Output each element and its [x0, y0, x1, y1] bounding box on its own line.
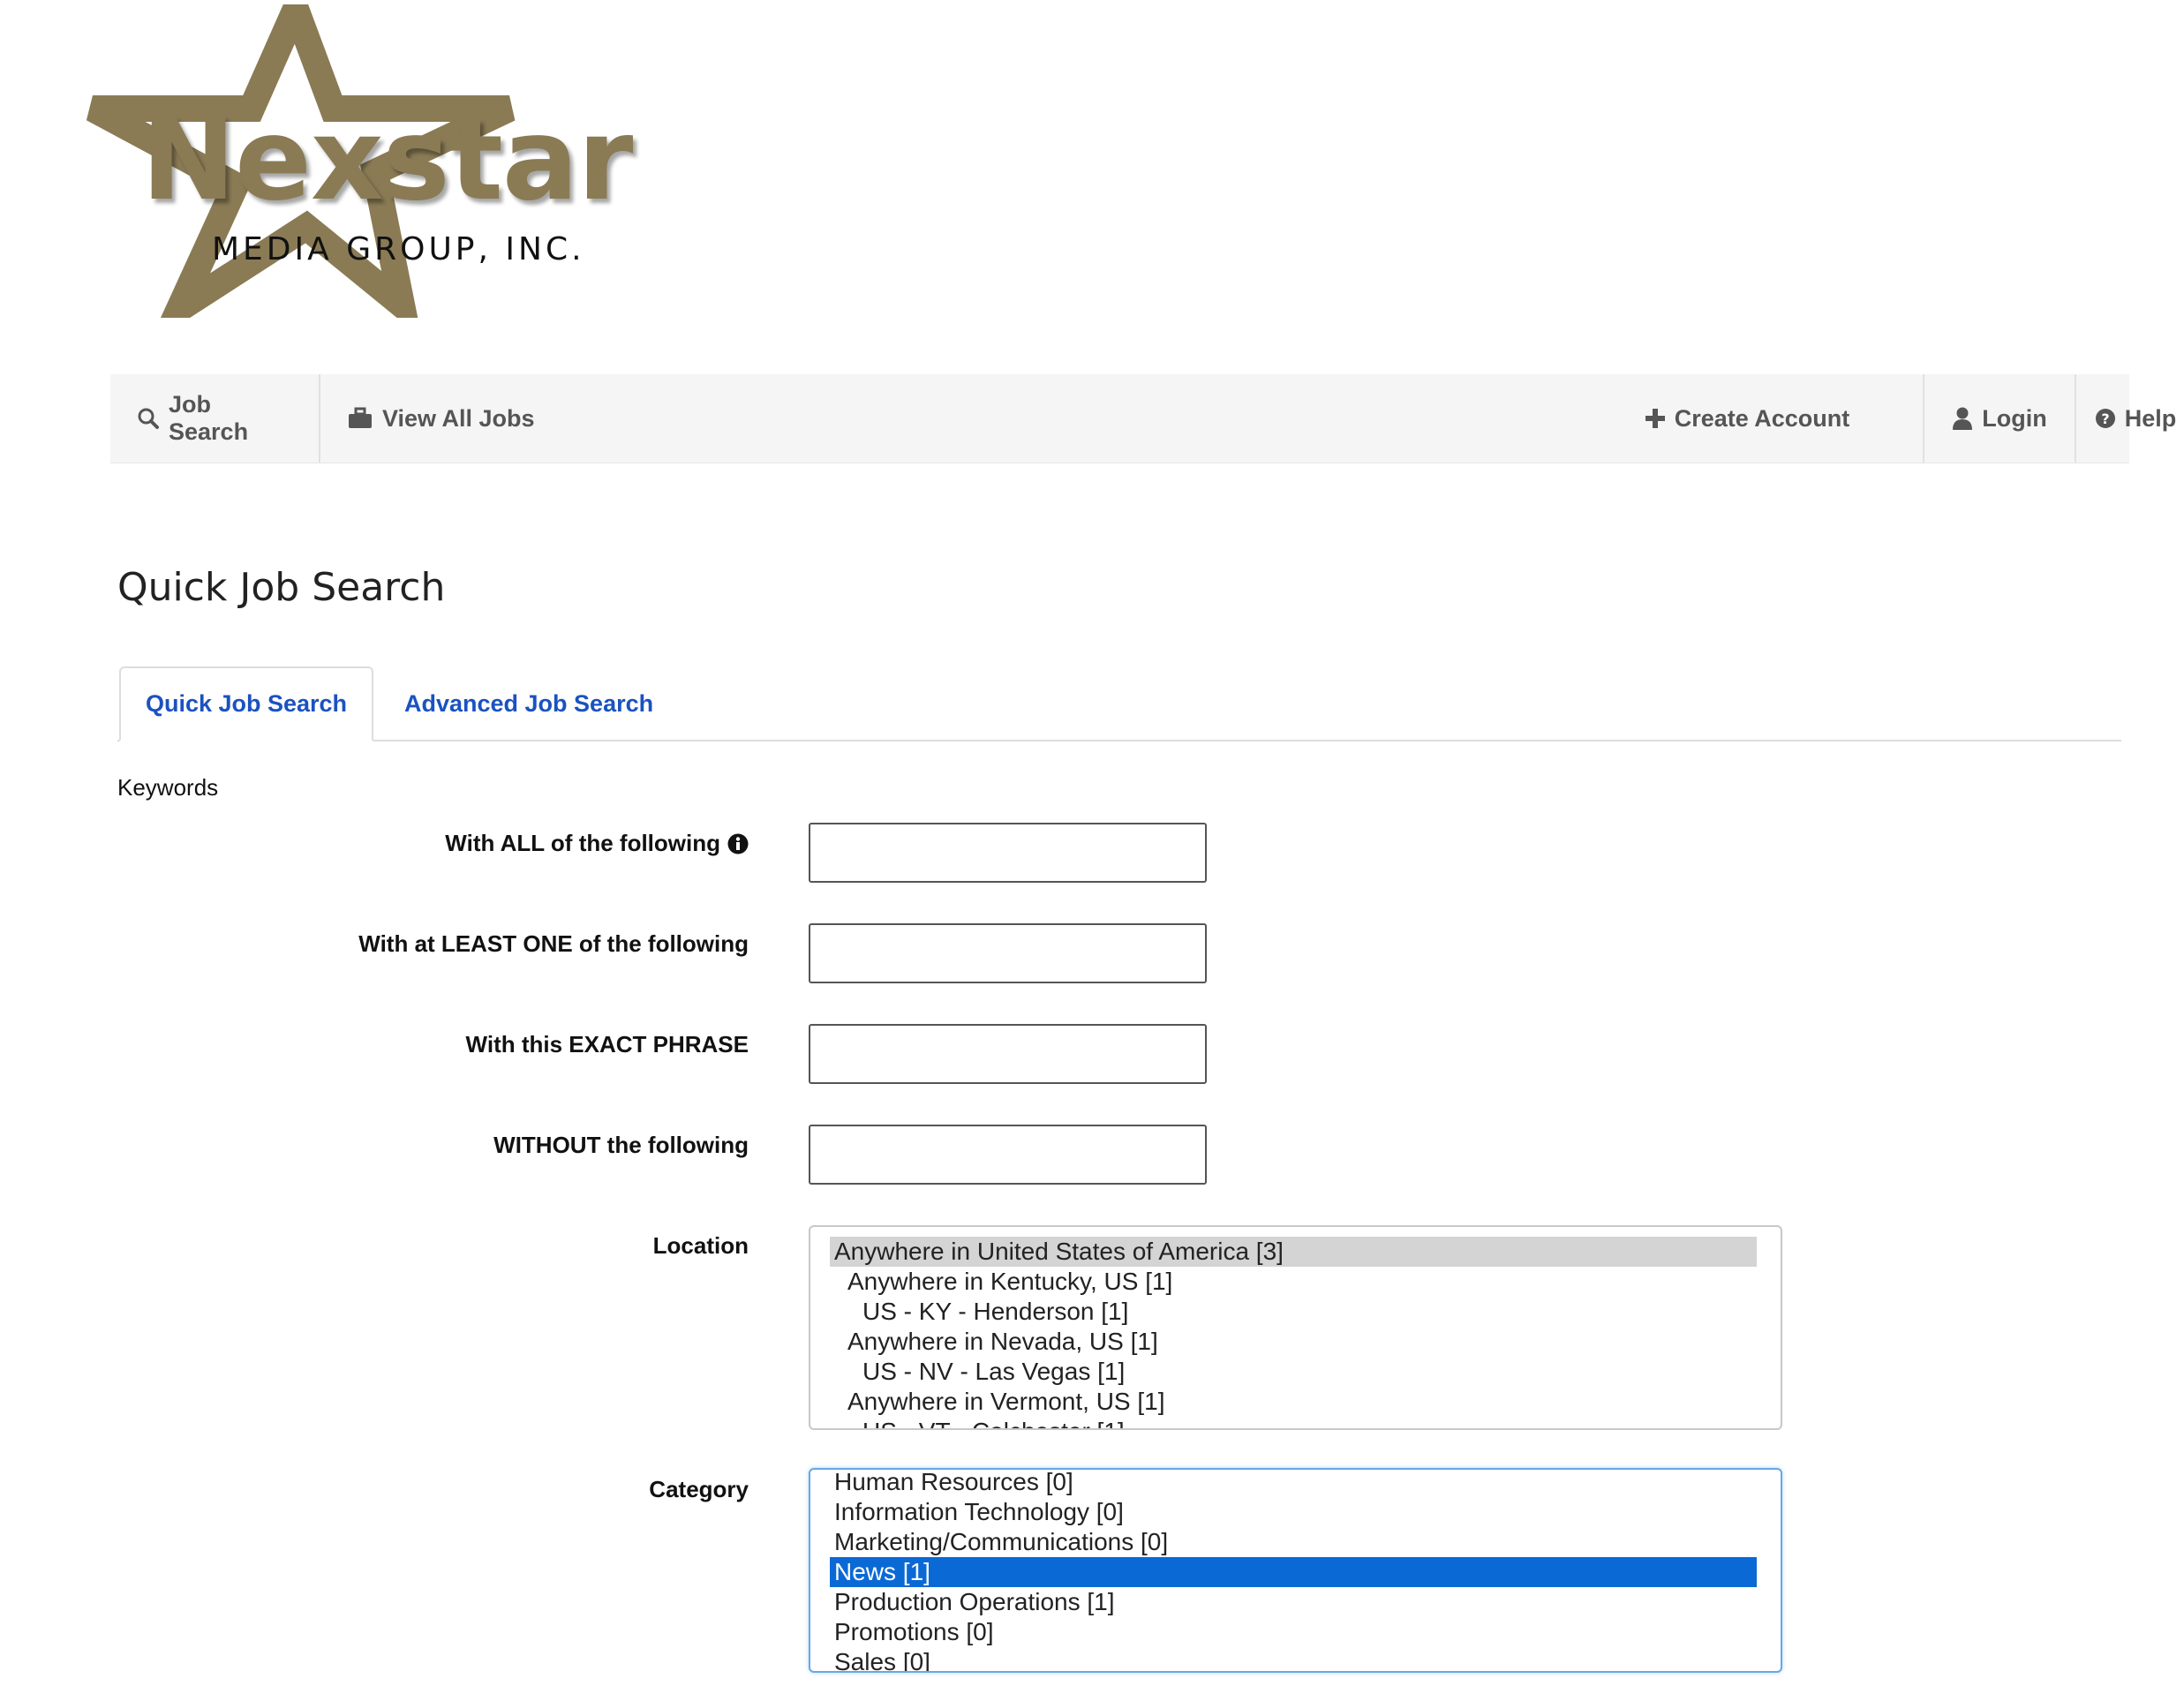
category-label: Category	[649, 1476, 749, 1502]
nav-login[interactable]: Login	[1924, 374, 2076, 463]
search-icon	[137, 407, 160, 430]
category-option-selected[interactable]: News [1]	[830, 1557, 1757, 1587]
logo-wordmark: Nexstar	[141, 94, 633, 226]
info-circle-icon[interactable]	[727, 833, 749, 854]
page-title: Quick Job Search	[117, 565, 446, 610]
category-listbox[interactable]: Human Resources [0] Information Technolo…	[809, 1468, 1782, 1673]
nav-create-account[interactable]: Create Account	[1571, 374, 1924, 463]
category-option[interactable]: Sales [0]	[830, 1647, 1757, 1671]
category-option[interactable]: Production Operations [1]	[830, 1587, 1757, 1617]
category-option[interactable]: Information Technology [0]	[830, 1497, 1757, 1527]
nav-help-label: Help	[2124, 404, 2177, 432]
svg-text:?: ?	[2101, 410, 2109, 427]
category-option[interactable]: Human Resources [0]	[830, 1470, 1757, 1497]
location-option[interactable]: Anywhere in United States of America [3]	[830, 1237, 1757, 1267]
field-label-exact-phrase: With this EXACT PHRASE	[465, 1031, 749, 1058]
nav-help-dropdown[interactable]: ? Help	[2076, 374, 2184, 463]
question-circle-icon: ?	[2095, 408, 2116, 429]
top-navbar: Job Search View All Jobs Create Account …	[110, 374, 2176, 463]
location-option[interactable]: US - VT - Colchester [1]	[830, 1417, 1757, 1428]
location-option[interactable]: Anywhere in Kentucky, US [1]	[830, 1267, 1757, 1297]
location-option[interactable]: Anywhere in Vermont, US [1]	[830, 1387, 1757, 1417]
location-option[interactable]: Anywhere in Nevada, US [1]	[830, 1327, 1757, 1357]
location-label: Location	[652, 1232, 749, 1259]
location-option[interactable]: US - NV - Las Vegas [1]	[830, 1357, 1757, 1387]
with-all-input[interactable]	[809, 823, 1207, 883]
exact-phrase-input[interactable]	[809, 1024, 1207, 1084]
category-option[interactable]: Marketing/Communications [0]	[830, 1527, 1757, 1557]
with-at-least-one-input[interactable]	[809, 923, 1207, 983]
field-label-at-least-one: With at LEAST ONE of the following	[358, 930, 749, 957]
field-label-all-text: With ALL of the following	[445, 830, 720, 856]
logo-subtitle: MEDIA GROUP, INC.	[212, 231, 585, 267]
nav-create-account-label: Create Account	[1674, 404, 1850, 432]
tab-advanced-job-search[interactable]: Advanced Job Search	[380, 666, 678, 741]
nav-login-label: Login	[1982, 404, 2047, 432]
nav-view-all-jobs-label: View All Jobs	[382, 404, 535, 432]
location-listbox[interactable]: Anywhere in United States of America [3]…	[809, 1225, 1782, 1430]
field-label-without: WITHOUT the following	[493, 1132, 749, 1158]
nav-view-all-jobs[interactable]: View All Jobs	[320, 374, 561, 463]
tab-quick-job-search[interactable]: Quick Job Search	[119, 666, 373, 741]
nav-job-search[interactable]: Job Search	[110, 374, 320, 463]
category-option[interactable]: Promotions [0]	[830, 1617, 1757, 1647]
plus-icon	[1645, 408, 1666, 429]
without-input[interactable]	[809, 1125, 1207, 1185]
briefcase-icon	[347, 407, 373, 430]
keywords-section-label: Keywords	[117, 774, 219, 801]
user-icon	[1952, 406, 1973, 431]
nav-job-search-label: Job Search	[169, 391, 249, 445]
location-option[interactable]: US - KY - Henderson [1]	[830, 1297, 1757, 1327]
field-label-all: With ALL of the following	[445, 830, 749, 857]
